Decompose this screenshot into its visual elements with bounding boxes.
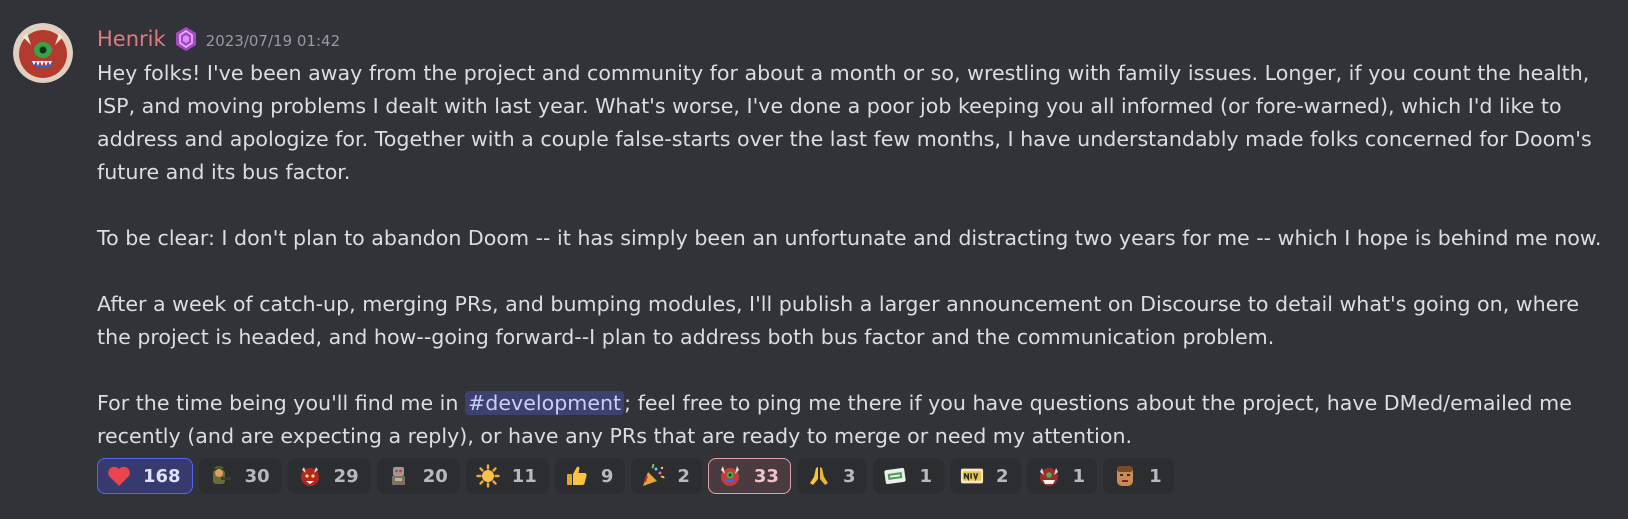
- reaction-count: 11: [511, 465, 537, 487]
- reaction-count: 1: [1072, 465, 1086, 487]
- channel-mention-development[interactable]: #development: [465, 391, 625, 415]
- reaction-count: 1: [1149, 465, 1162, 487]
- reaction-count: 9: [600, 465, 614, 487]
- message-paragraph: For the time being you'll find me in #de…: [97, 387, 1607, 453]
- message-paragraph: After a week of catch-up, merging PRs, a…: [97, 292, 1580, 349]
- robot-emoji-icon: [387, 464, 411, 488]
- reaction-sun[interactable]: 11: [465, 458, 549, 494]
- nice-sticker-icon: [960, 464, 984, 488]
- reaction-cacodemon[interactable]: 1: [1026, 458, 1098, 494]
- reaction-doom-clown[interactable]: 33: [707, 458, 791, 494]
- reaction-thumbs-up[interactable]: 9: [554, 458, 626, 494]
- reaction-count: 29: [333, 465, 359, 487]
- soldier-emoji-icon: [209, 464, 233, 488]
- reaction-count: 30: [244, 465, 270, 487]
- party-popper-icon: [641, 464, 666, 488]
- reaction-robot[interactable]: 20: [376, 458, 460, 494]
- reaction-party-popper[interactable]: 2: [631, 458, 702, 494]
- cacodemon-emoji-icon: [1037, 464, 1061, 488]
- heart-icon: [107, 464, 131, 488]
- hexagon-role-icon[interactable]: [175, 26, 197, 52]
- message-text: For the time being you'll find me in: [97, 391, 466, 415]
- reaction-soldier[interactable]: 30: [198, 458, 282, 494]
- reaction-count: 20: [422, 465, 448, 487]
- user-avatar[interactable]: [13, 23, 73, 83]
- reaction-folded-hands[interactable]: 3: [796, 458, 868, 494]
- doomguy-face-icon: [1113, 464, 1137, 488]
- reaction-count: 168: [143, 465, 181, 487]
- reaction-count: 33: [753, 465, 779, 487]
- folded-hands-icon: [807, 464, 831, 488]
- reaction-goal-sticker[interactable]: 1: [873, 458, 945, 494]
- reaction-doomguy[interactable]: 1: [1103, 458, 1174, 494]
- message-timestamp[interactable]: 2023/07/19 01:42: [206, 32, 340, 50]
- message-header: Henrik 2023/07/19 01:42: [97, 22, 1608, 56]
- doom-clown-emoji-icon: [718, 464, 742, 488]
- reaction-count: 3: [842, 465, 856, 487]
- username[interactable]: Henrik: [97, 27, 166, 51]
- message-content: Hey folks! I've been away from the proje…: [97, 57, 1607, 453]
- red-demon-emoji-icon: [298, 464, 322, 488]
- thumbs-up-icon: [565, 464, 589, 488]
- reaction-count: 1: [919, 465, 933, 487]
- reaction-count: 2: [996, 465, 1009, 487]
- sun-emoji-icon: [476, 464, 500, 488]
- chat-message: Henrik 2023/07/19 01:42 Hey folks! I've …: [0, 0, 1628, 519]
- goal-sticker-icon: [883, 464, 907, 488]
- reaction-heart[interactable]: 168: [97, 458, 193, 494]
- reaction-bar: 168 30 29 20 11 9 2 33 3 1 2 1 1: [97, 458, 1608, 494]
- message-paragraph: To be clear: I don't plan to abandon Doo…: [97, 226, 1602, 250]
- reaction-nice-sticker[interactable]: 2: [950, 458, 1021, 494]
- reaction-count: 2: [677, 465, 690, 487]
- reaction-red-demon[interactable]: 29: [287, 458, 371, 494]
- message-paragraph: Hey folks! I've been away from the proje…: [97, 61, 1592, 184]
